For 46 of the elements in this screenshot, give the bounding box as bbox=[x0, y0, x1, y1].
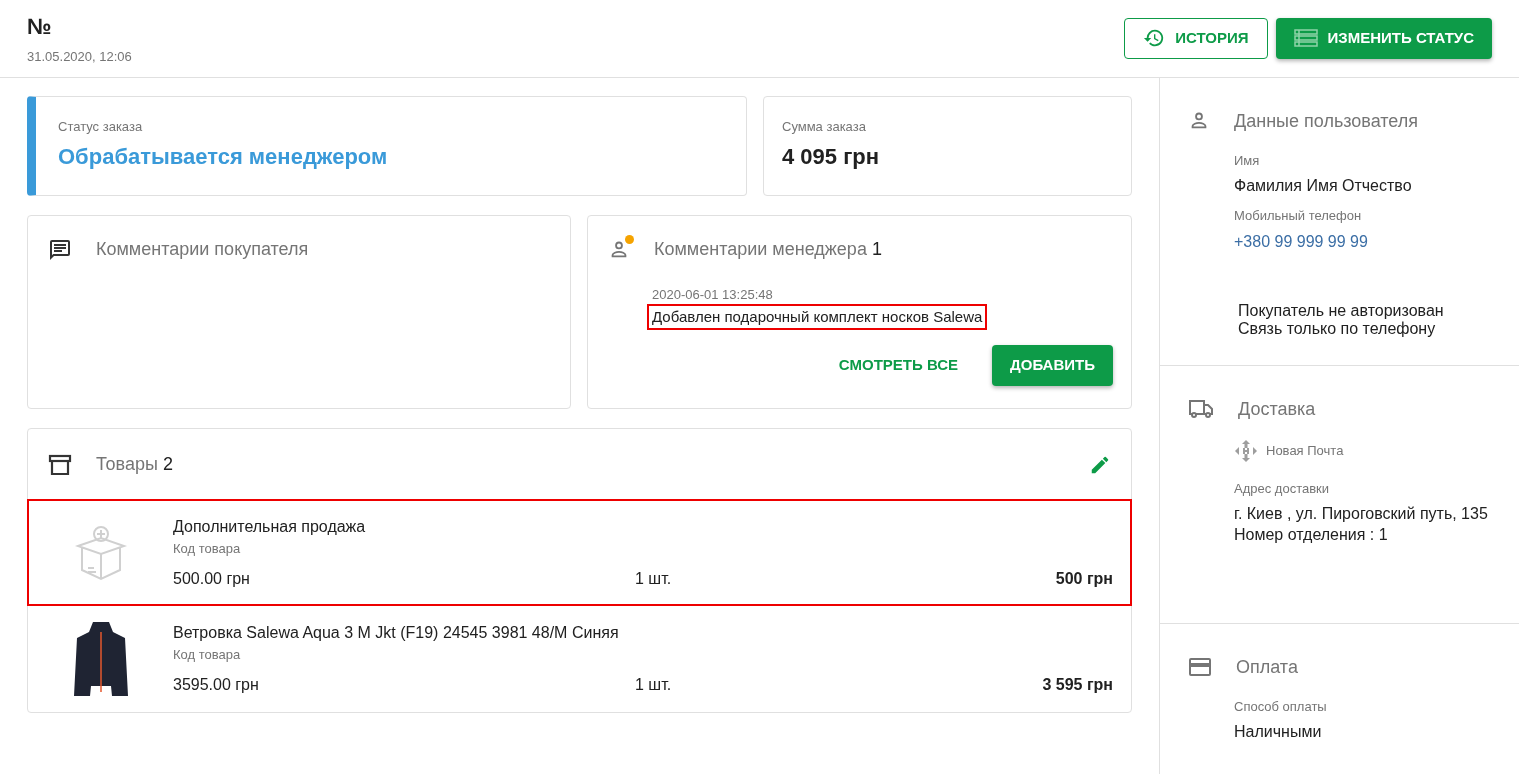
order-number: № bbox=[27, 13, 53, 42]
product-name: Ветровка Salewa Aqua 3 M Jkt (F19) 24545 3981 48/M Синяя bbox=[173, 623, 620, 644]
product-sum: 500 грн bbox=[1055, 568, 1113, 589]
product-price: 500.00 грн bbox=[173, 568, 251, 589]
comment-date: 2020-06-01 13:25:48 bbox=[652, 286, 774, 305]
note-text: Покупатель не авторизован bbox=[1238, 301, 1445, 321]
card-icon bbox=[1188, 657, 1212, 677]
phone-link[interactable]: +380 99 999 99 99 bbox=[1234, 229, 1491, 254]
product-code-label: Код товара bbox=[173, 646, 242, 665]
section-title: Товары 2 bbox=[96, 453, 173, 477]
carrier-name: Новая Почта bbox=[1266, 441, 1344, 460]
product-sum: 3 595 грн bbox=[1042, 674, 1113, 695]
field-label: Мобильный телефон bbox=[1234, 207, 1363, 226]
truck-icon bbox=[1188, 398, 1214, 421]
product-quantity: 1 шт. bbox=[635, 674, 673, 695]
order-date: 31.05.2020, 12:06 bbox=[27, 48, 132, 67]
note-text: Связь только по телефону bbox=[1238, 320, 1437, 339]
product-name: Дополнительная продажа bbox=[173, 517, 367, 538]
section-title: Данные пользователя bbox=[1234, 109, 1419, 133]
field-value: г. Киев , ул. Пироговский путь, 135 bbox=[1234, 504, 1489, 525]
note-text: Номер отделения : 1 bbox=[1234, 526, 1389, 545]
carrier-logo-icon bbox=[1234, 438, 1258, 463]
view-all-button[interactable]: СМОТРЕТЬ ВСЕ bbox=[820, 344, 977, 386]
history-button[interactable]: ИСТОРИЯ bbox=[1124, 17, 1268, 59]
total-label: Сумма заказа bbox=[782, 117, 867, 136]
comment-icon bbox=[48, 237, 72, 262]
field-label: Адрес доставки bbox=[1234, 479, 1331, 498]
change-status-button[interactable]: ИЗМЕНИТЬ СТАТУС bbox=[1275, 17, 1492, 59]
status-label: Статус заказа bbox=[58, 117, 144, 136]
add-button[interactable]: ДОБАВИТЬ bbox=[992, 344, 1113, 386]
box-icon bbox=[48, 452, 72, 477]
field-value: Фамилия Имя Отчество bbox=[1234, 176, 1413, 197]
field-label: Имя bbox=[1234, 151, 1261, 170]
status-value: Обрабатывается менеджером bbox=[58, 143, 389, 172]
product-price: 3595.00 грн bbox=[173, 674, 260, 695]
product-quantity: 1 шт. bbox=[635, 568, 673, 589]
comment-text: Добавлен подарочный комплект носков Salewa bbox=[649, 305, 986, 329]
field-value: Наличными bbox=[1234, 722, 1323, 742]
section-title: Оплата bbox=[1236, 655, 1298, 679]
section-title: Комментарии менеджера 1 bbox=[654, 238, 882, 262]
total-value: 4 095 грн bbox=[782, 143, 881, 172]
section-title: Доставка bbox=[1238, 397, 1316, 421]
list-icon bbox=[1293, 29, 1318, 48]
product-code-label: Код товара bbox=[173, 540, 242, 559]
field-label: Способ оплаты bbox=[1234, 697, 1328, 716]
section-title: Комментарии покупателя bbox=[96, 238, 309, 262]
